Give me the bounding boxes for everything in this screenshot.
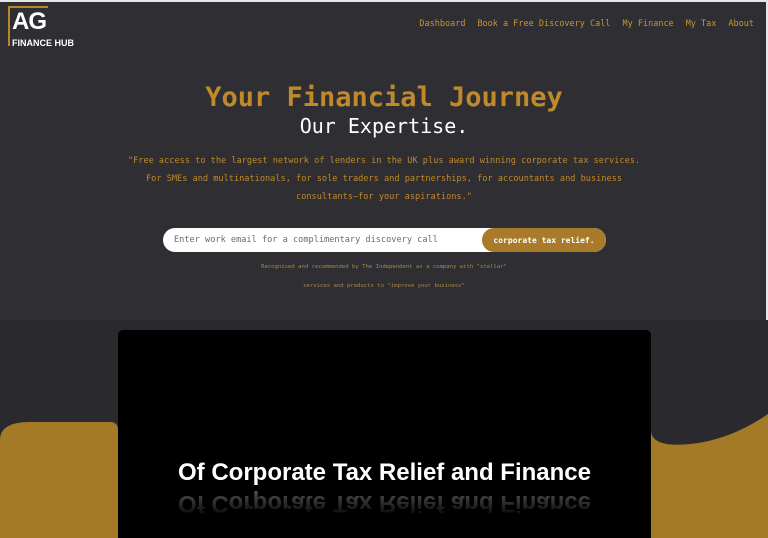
main-nav: Dashboard Book a Free Discovery Call My … [419, 19, 754, 29]
nav-dashboard[interactable]: Dashboard [419, 19, 465, 29]
nav-my-finance[interactable]: My Finance [623, 19, 674, 29]
recognition-line-1: Recognised and recommended by The Indepe… [261, 264, 507, 270]
hero-subtitle: Our Expertise. [299, 114, 469, 138]
recognition-line-2: services and products to "improve your b… [303, 283, 465, 289]
nav-book-discovery-call[interactable]: Book a Free Discovery Call [477, 19, 610, 29]
recognition-text: Recognised and recommended by The Indepe… [0, 258, 768, 296]
work-email-input[interactable] [163, 228, 493, 252]
corporate-tax-relief-button[interactable]: corporate tax relief. [482, 228, 606, 252]
top-border [0, 0, 768, 2]
hero-title: Your Financial Journey [205, 82, 563, 113]
video-headline: Of Corporate Tax Relief and Finance [178, 459, 591, 486]
logo-letters: AG [12, 8, 47, 35]
video-panel[interactable]: Of Corporate Tax Relief and Finance Of C… [118, 330, 651, 538]
landing-page: AG FINANCE HUB Dashboard Book a Free Dis… [0, 0, 768, 538]
nav-about[interactable]: About [728, 19, 754, 29]
logo-subtitle: FINANCE HUB [12, 38, 74, 48]
brand-logo[interactable]: AG FINANCE HUB [8, 6, 84, 50]
nav-my-tax[interactable]: My Tax [686, 19, 717, 29]
discovery-call-form: corporate tax relief. [163, 228, 606, 252]
hero-quote: "Free access to the largest network of l… [127, 156, 641, 202]
video-headline-reflection: Of Corporate Tax Relief and Finance [178, 490, 591, 517]
